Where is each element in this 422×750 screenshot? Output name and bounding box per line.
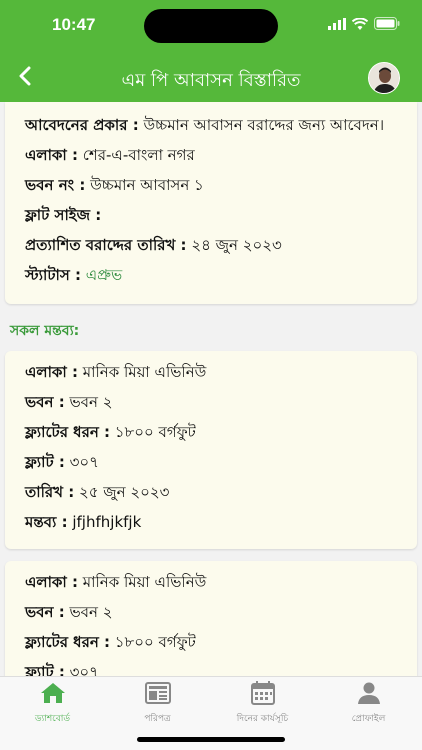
battery-icon [374,17,400,30]
comment-date-value: ২৫ জুন ২০২৩ [74,483,170,501]
comment-flat-row: ফ্ল্যাট : ৩০৭ [25,451,397,473]
tab-dashboard[interactable]: ড্যাশবোর্ড [0,681,105,726]
comment-area-value: মানিক মিয়া এভিনিউ [78,573,207,591]
home-icon [40,683,65,703]
comment-flat-label: ফ্ল্যাট : [25,663,65,676]
comment-building-label: ভবন : [25,393,65,411]
newspaper-icon [144,682,171,704]
status-label: স্ট্যাটাস : [25,266,81,284]
comment-area-label: এলাকা : [25,363,79,381]
comment-text-value: jfjhfhjkfjk [67,513,142,531]
tab-daily-schedule[interactable]: দিনের কার্যসূচি [210,681,315,726]
status-bar: 10:47 [0,0,422,52]
comment-date-row: তারিখ : ২৫ জুন ২০২৩ [25,481,397,503]
status-row: স্ট্যাটাস : এপ্রুভ [25,264,397,286]
tab-daily-schedule-label: দিনের কার্যসূচি [236,714,289,724]
camera-notch [144,9,278,43]
application-details-card: আবেদনের প্রকার : উচ্চমান আবাসন বরাদ্দের … [5,102,417,304]
content-area[interactable]: আবেদনের প্রকার : উচ্চমান আবাসন বরাদ্দের … [0,102,422,676]
comment-card: এলাকা : মানিক মিয়া এভিনিউ ভবন : ভবন ২ ফ… [5,351,417,549]
expected-date-row: প্রত্যাশিত বরাদ্দের তারিখ : ২৪ জুন ২০২৩ [25,234,397,256]
comment-flat-type-row: ফ্ল্যাটের ধরন : ১৮০০ বর্গফুট [25,631,397,653]
status-icons [328,17,400,30]
bottom-tab-bar: ড্যাশবোর্ড পরিপত্র দিনের কার্যসূচি প্রোফ… [0,676,422,750]
tab-circulars-label: পরিপত্র [144,714,171,724]
status-time: 10:47 [52,15,96,34]
comment-building-row: ভবন : ভবন ২ [25,391,397,413]
comments-section-title: সকল মন্তব্য: [10,323,80,339]
comment-flat-type-label: ফ্ল্যাটের ধরন : [25,633,111,651]
profile-icon [357,682,380,704]
application-type-row: আবেদনের প্রকার : উচ্চমান আবাসন বরাদ্দের … [25,114,397,136]
flat-size-row: ফ্লাট সাইজ : [25,204,397,226]
area-value: শের-এ-বাংলা নগর [78,146,195,164]
comment-flat-label: ফ্ল্যাট : [25,453,65,471]
comment-flat-row: ফ্ল্যাট : ৩০৭ [25,661,397,676]
comment-building-row: ভবন : ভবন ২ [25,601,397,623]
comment-flat-value: ৩০৭ [64,453,99,471]
avatar[interactable] [368,62,400,94]
building-row: ভবন নং : উচ্চমান আবাসন ১ [25,174,397,196]
comment-text-row: মন্তব্য : jfjhfhjkfjk [25,511,397,533]
wifi-icon [352,17,368,30]
comment-building-value: ভবন ২ [64,603,113,621]
home-indicator [137,737,285,742]
area-label: এলাকা : [25,146,79,164]
expected-date-label: প্রত্যাশিত বরাদ্দের তারিখ : [25,236,187,254]
comment-text-label: মন্তব্য : [25,513,68,531]
tab-profile-label: প্রোফাইল [351,714,386,724]
comment-area-row: এলাকা : মানিক মিয়া এভিনিউ [25,361,397,383]
tab-dashboard-label: ড্যাশবোর্ড [34,714,71,724]
comment-building-label: ভবন : [25,603,65,621]
comment-flat-type-value: ১৮০০ বর্গফুট [110,633,196,651]
comment-area-label: এলাকা : [25,573,79,591]
application-type-value: উচ্চমান আবাসন বরাদ্দের জন্য আবেদন। [138,116,385,134]
application-type-label: আবেদনের প্রকার : [25,116,139,134]
page-title: এম পি আবাসন বিস্তারিত [121,70,301,91]
building-label: ভবন নং : [25,176,86,194]
status-badge: এপ্রুভ [80,266,123,284]
comment-date-label: তারিখ : [25,483,75,501]
comment-flat-type-row: ফ্ল্যাটের ধরন : ১৮০০ বর্গফুট [25,421,397,443]
signal-icon [328,17,346,30]
tab-profile[interactable]: প্রোফাইল [316,681,421,726]
comment-building-value: ভবন ২ [64,393,113,411]
building-value: উচ্চমান আবাসন ১ [85,176,204,194]
comment-area-row: এলাকা : মানিক মিয়া এভিনিউ [25,571,397,593]
app-header: এম পি আবাসন বিস্তারিত [0,52,422,102]
comment-flat-type-value: ১৮০০ বর্গফুট [110,423,196,441]
comment-area-value: মানিক মিয়া এভিনিউ [78,363,207,381]
comment-flat-value: ৩০৭ [64,663,99,676]
flat-size-label: ফ্লাট সাইজ : [25,206,102,224]
area-row: এলাকা : শের-এ-বাংলা নগর [25,144,397,166]
calendar-icon [250,681,275,705]
comment-card: এলাকা : মানিক মিয়া এভিনিউ ভবন : ভবন ২ ফ… [5,561,417,676]
comment-flat-type-label: ফ্ল্যাটের ধরন : [25,423,111,441]
expected-date-value: ২৪ জুন ২০২৩ [186,236,282,254]
tab-circulars[interactable]: পরিপত্র [105,681,210,726]
